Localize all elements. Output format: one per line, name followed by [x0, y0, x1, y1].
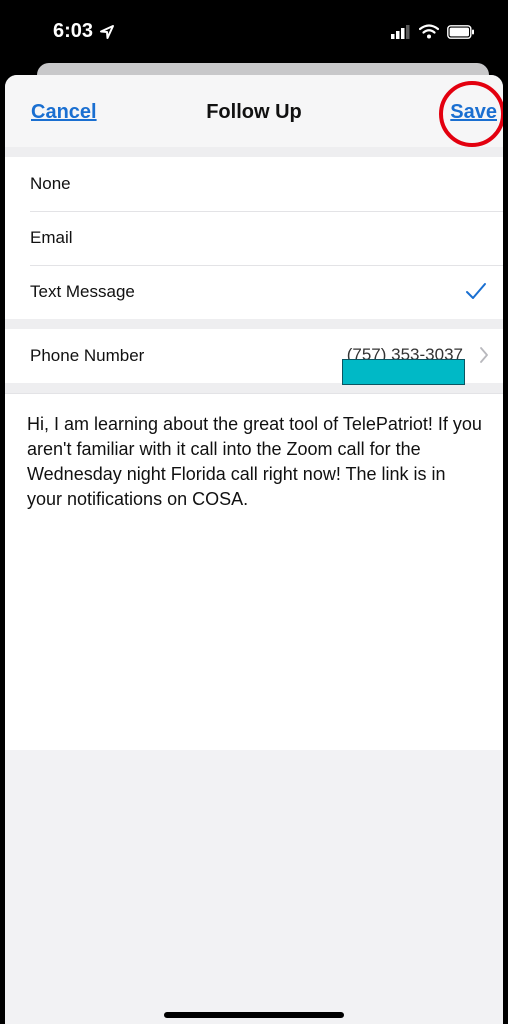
option-label: None: [30, 174, 71, 193]
section-gap: [5, 147, 503, 157]
home-indicator[interactable]: [164, 1012, 344, 1018]
phone-number-row[interactable]: Phone Number (757) 353-3037: [5, 329, 503, 385]
option-email[interactable]: Email: [5, 211, 503, 265]
option-none[interactable]: None: [5, 157, 503, 211]
save-button[interactable]: Save: [450, 101, 497, 124]
status-icons: [391, 24, 475, 39]
redaction-box: [342, 359, 465, 385]
page-title: Follow Up: [206, 101, 302, 123]
message-text: Hi, I am learning about the great tool o…: [27, 414, 482, 509]
battery-icon: [447, 24, 474, 39]
wifi-icon: [419, 24, 439, 39]
phone-group: Phone Number (757) 353-3037: [5, 329, 503, 385]
section-gap: [5, 319, 503, 329]
chevron-right-icon: [480, 347, 488, 363]
follow-up-sheet: Cancel Follow Up Save None Email Text Me…: [5, 75, 503, 1024]
checkmark-icon: [466, 283, 486, 299]
message-text-area[interactable]: Hi, I am learning about the great tool o…: [5, 393, 503, 750]
nav-bar: Cancel Follow Up Save: [5, 75, 503, 147]
cell-signal-icon: [391, 24, 410, 39]
option-label: Text Message: [30, 282, 135, 301]
option-text-message[interactable]: Text Message: [5, 265, 503, 319]
status-time: 6:03: [53, 20, 94, 42]
location-arrow-icon: [100, 24, 115, 39]
phone-frame: 6:03 Cancel Follow Up Save None Email Te…: [0, 0, 508, 1024]
option-label: Email: [30, 228, 73, 247]
follow-up-options: None Email Text Message: [5, 157, 503, 319]
status-time-group: 6:03: [53, 20, 115, 43]
status-bar: 6:03: [5, 0, 503, 70]
